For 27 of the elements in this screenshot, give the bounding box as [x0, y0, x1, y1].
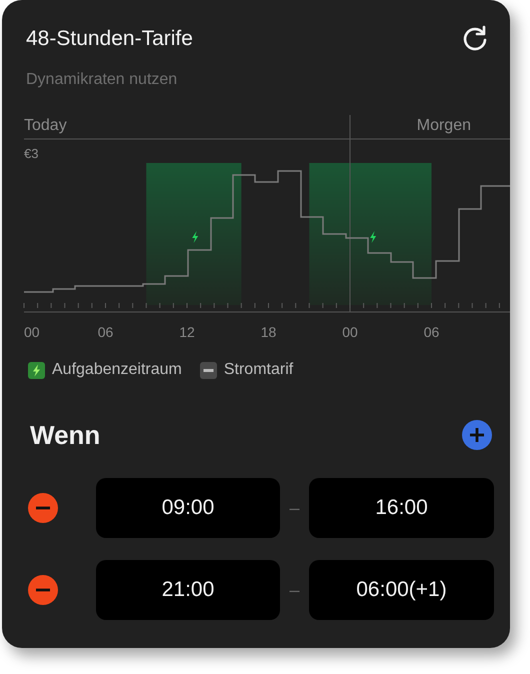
range-separator: –	[288, 498, 300, 518]
day-label: Today	[24, 117, 67, 134]
axis-label: 12	[179, 324, 195, 340]
end-time-field[interactable]: 06:00(+1)	[309, 560, 494, 620]
axis-label: 06	[98, 324, 114, 340]
start-time-field[interactable]: 21:00	[96, 560, 280, 620]
subtitle: Dynamikraten nutzen	[26, 70, 178, 90]
section-title: Wenn	[30, 420, 100, 450]
axis-label: 18	[260, 324, 276, 340]
minus-icon	[200, 362, 217, 378]
range-separator: –	[288, 580, 300, 600]
lightning-icon	[192, 231, 198, 243]
remove-icon[interactable]	[28, 575, 58, 605]
legend-label: Stromtarif	[224, 361, 294, 379]
axis-label: 00	[342, 324, 358, 340]
lightning-icon	[370, 231, 376, 243]
remove-icon[interactable]	[28, 493, 58, 523]
axis-label: 06	[424, 324, 440, 340]
lightning-icon	[28, 362, 45, 378]
end-time-field[interactable]: 16:00	[309, 478, 494, 538]
start-time-field[interactable]: 09:00	[96, 478, 280, 538]
legend-label: Aufgabenzeitraum	[52, 361, 182, 379]
axis-label: €3	[24, 146, 38, 161]
card-title: 48-Stunden-Tarife	[26, 27, 193, 51]
day-label: Morgen	[416, 117, 471, 134]
axis-label: 00	[24, 324, 40, 340]
add-icon[interactable]	[462, 420, 492, 450]
